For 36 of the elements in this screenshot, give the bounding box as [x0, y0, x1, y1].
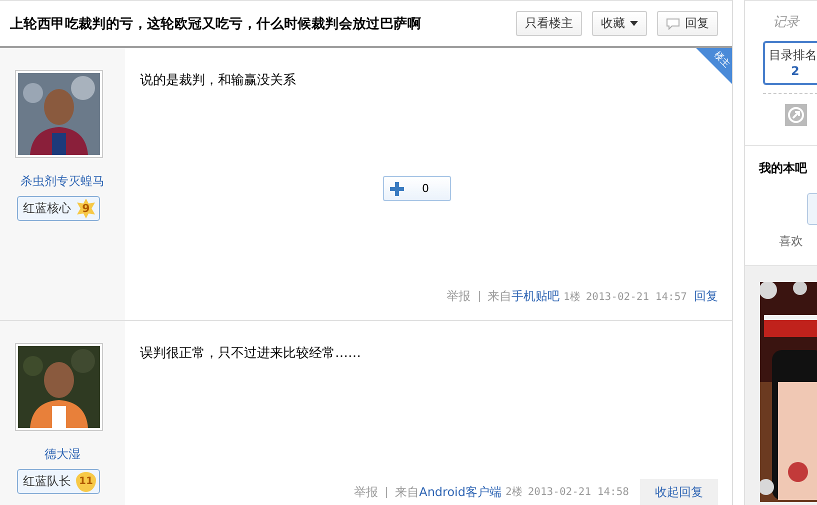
- post-time: 2013-02-21 14:58: [528, 486, 629, 498]
- badge-title: 红蓝队长: [23, 473, 71, 490]
- section-title: 我的本吧: [759, 160, 808, 177]
- reply-button[interactable]: 回复: [657, 11, 718, 36]
- rank-box[interactable]: 目录排名 2: [763, 41, 817, 85]
- like-label: 喜欢: [779, 232, 804, 250]
- plus-icon: [390, 182, 404, 196]
- source-link[interactable]: Android客户端: [419, 484, 502, 500]
- member-badge[interactable]: 红蓝队长 11: [17, 469, 100, 494]
- like-count: 0: [422, 182, 429, 195]
- reply-link[interactable]: 回复: [694, 288, 718, 305]
- favorite-dropdown[interactable]: 收藏: [592, 11, 647, 36]
- comment-icon: [666, 18, 680, 30]
- like-button[interactable]: 0: [383, 176, 451, 201]
- source-label: 来自: [488, 288, 512, 305]
- collapse-replies-button[interactable]: 收起回复: [640, 479, 718, 505]
- post-content: 说的是裁判，和输赢没关系: [140, 72, 297, 89]
- author-name[interactable]: 德大湿: [44, 446, 80, 463]
- op-label: 楼主: [711, 48, 733, 70]
- caret-icon: [630, 21, 638, 26]
- floor-number: 2楼: [506, 485, 523, 499]
- thread-title: 上轮西甲吃裁判的亏，这轮欧冠又吃亏，什么时候裁判会放过巴萨啊: [10, 14, 422, 32]
- shield-level-badge: 11: [76, 472, 96, 492]
- author-name[interactable]: 杀虫剂专灭蝗马: [20, 173, 104, 190]
- post-time: 2013-02-21 14:57: [586, 290, 687, 302]
- source-link[interactable]: 手机贴吧: [512, 288, 560, 305]
- only-op-button[interactable]: 只看楼主: [516, 11, 582, 36]
- rank-label: 目录排名: [769, 47, 817, 64]
- sidebar-heading: 记录: [773, 14, 801, 31]
- floor-number: 1楼: [564, 290, 581, 304]
- source-label: 来自: [395, 484, 420, 500]
- star-level-badge: 9: [76, 198, 96, 218]
- rank-number: 2: [791, 64, 800, 78]
- post-content: 误判很正常，只不过进来比较经常……: [140, 345, 362, 362]
- member-badge[interactable]: 红蓝核心 9: [17, 196, 100, 221]
- badge-title: 红蓝核心: [23, 200, 71, 217]
